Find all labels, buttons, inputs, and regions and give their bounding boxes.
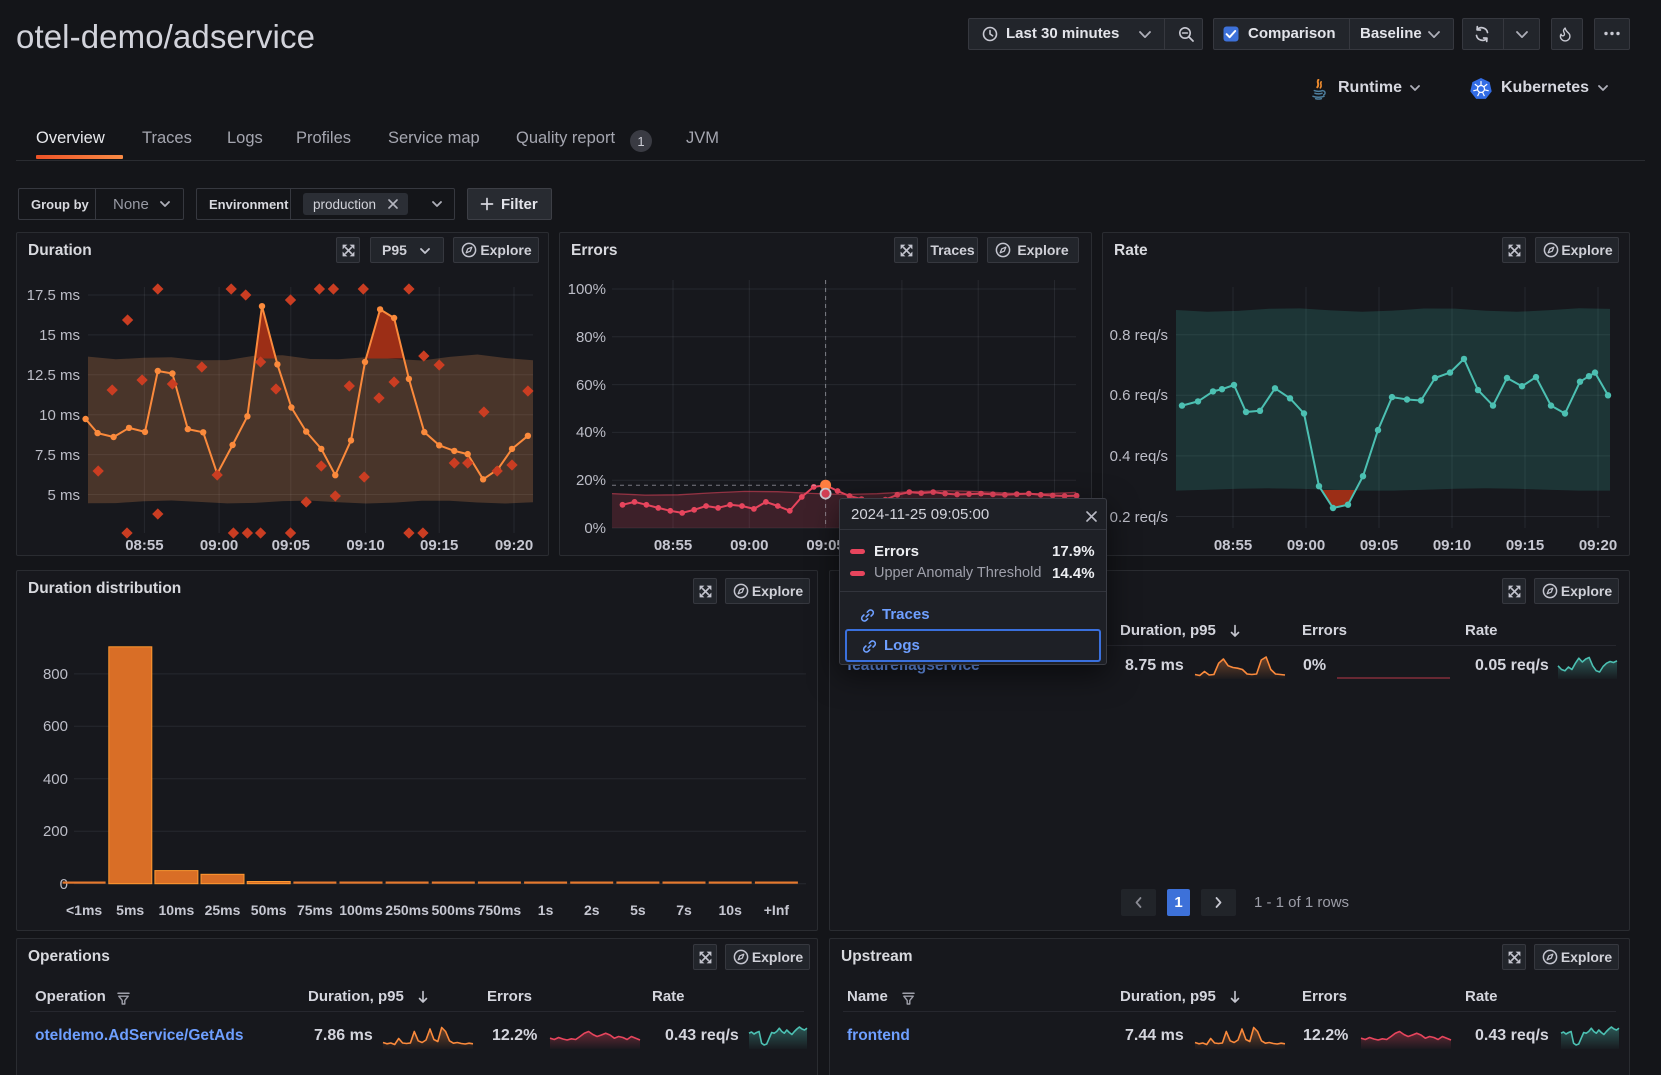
svg-text:09:00: 09:00	[730, 537, 768, 554]
svg-text:09:10: 09:10	[1433, 537, 1471, 554]
svg-text:09:05: 09:05	[272, 537, 310, 554]
svg-text:5 ms: 5 ms	[47, 487, 80, 504]
svg-text:1s: 1s	[538, 902, 554, 918]
svg-text:7s: 7s	[676, 902, 692, 918]
svg-text:09:15: 09:15	[1506, 537, 1544, 554]
svg-text:2s: 2s	[584, 902, 600, 918]
svg-text:800: 800	[43, 666, 68, 683]
svg-text:0.6 req/s: 0.6 req/s	[1110, 387, 1168, 404]
svg-text:5s: 5s	[630, 902, 646, 918]
svg-text:7.5 ms: 7.5 ms	[35, 447, 80, 464]
svg-text:09:15: 09:15	[420, 537, 458, 554]
svg-text:+Inf: +Inf	[764, 902, 790, 918]
svg-text:12.5 ms: 12.5 ms	[27, 367, 80, 384]
svg-text:60%: 60%	[576, 377, 606, 394]
svg-text:10s: 10s	[719, 902, 743, 918]
svg-text:250ms: 250ms	[385, 902, 429, 918]
svg-text:500ms: 500ms	[432, 902, 476, 918]
svg-text:09:00: 09:00	[200, 537, 238, 554]
svg-text:09:05: 09:05	[1360, 537, 1398, 554]
svg-text:750ms: 750ms	[478, 902, 522, 918]
svg-text:100%: 100%	[568, 281, 606, 298]
svg-text:0.2 req/s: 0.2 req/s	[1110, 509, 1168, 526]
svg-text:200: 200	[43, 823, 68, 840]
svg-text:25ms: 25ms	[205, 902, 241, 918]
svg-text:5ms: 5ms	[116, 902, 144, 918]
svg-text:600: 600	[43, 718, 68, 735]
svg-text:09:20: 09:20	[495, 537, 533, 554]
svg-text:08:55: 08:55	[125, 537, 163, 554]
svg-text:80%: 80%	[576, 329, 606, 346]
svg-text:15 ms: 15 ms	[39, 327, 80, 344]
svg-text:100ms: 100ms	[339, 902, 383, 918]
svg-text:10ms: 10ms	[158, 902, 194, 918]
svg-text:09:20: 09:20	[1579, 537, 1617, 554]
svg-text:0.4 req/s: 0.4 req/s	[1110, 448, 1168, 465]
svg-text:400: 400	[43, 771, 68, 788]
svg-text:09:00: 09:00	[1287, 537, 1325, 554]
svg-text:0: 0	[60, 876, 68, 893]
svg-text:08:55: 08:55	[654, 537, 692, 554]
svg-text:0%: 0%	[584, 520, 606, 537]
svg-text:17.5 ms: 17.5 ms	[27, 287, 80, 304]
svg-text:0.8 req/s: 0.8 req/s	[1110, 327, 1168, 344]
svg-text:20%: 20%	[576, 472, 606, 489]
svg-text:10 ms: 10 ms	[39, 407, 80, 424]
svg-text:40%: 40%	[576, 424, 606, 441]
svg-text:<1ms: <1ms	[66, 902, 102, 918]
svg-text:75ms: 75ms	[297, 902, 333, 918]
svg-text:08:55: 08:55	[1214, 537, 1252, 554]
svg-text:50ms: 50ms	[251, 902, 287, 918]
svg-text:09:10: 09:10	[346, 537, 384, 554]
